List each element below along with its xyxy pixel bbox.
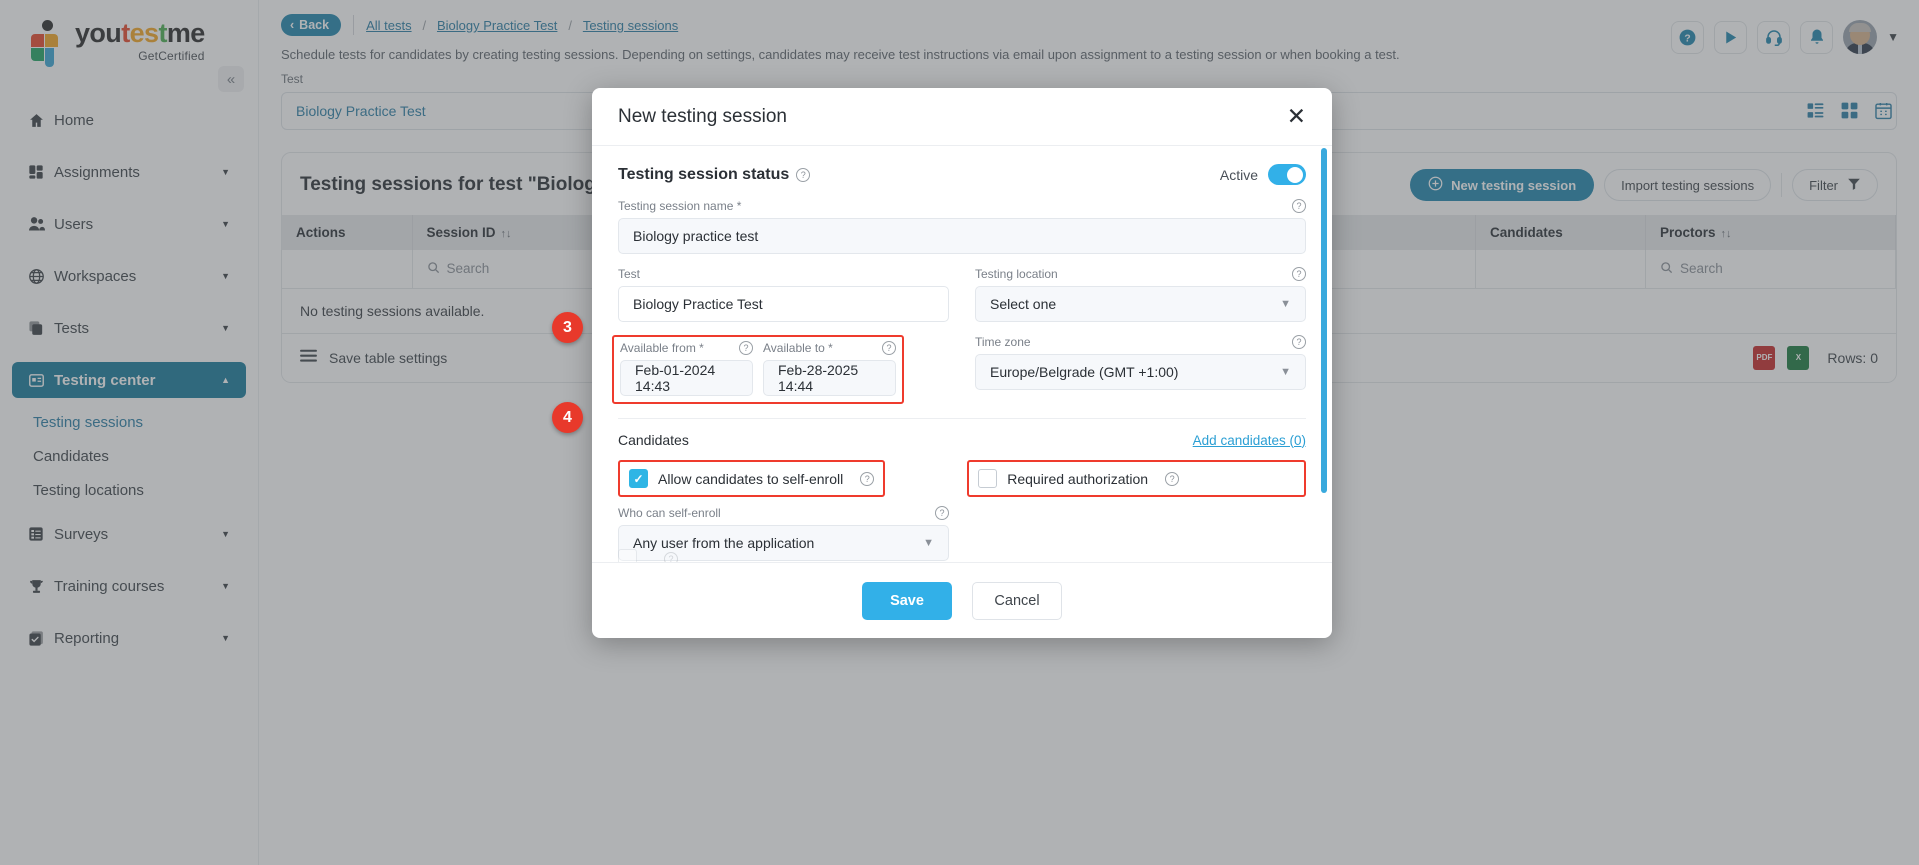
scrollbar-thumb[interactable] [1321,148,1327,493]
new-testing-session-dialog: New testing session ✕ Testing session st… [592,88,1332,638]
dialog-header: New testing session ✕ [592,88,1332,146]
step-badge-4: 4 [552,402,583,433]
candidates-label: Candidates [618,432,689,448]
session-name-input[interactable]: Biology practice test [618,218,1306,254]
self-enroll-row[interactable]: ✓ Allow candidates to self-enroll ? [629,469,875,488]
test-location-row: Test Biology Practice Test Testing locat… [618,267,1306,335]
info-icon[interactable]: ? [860,471,875,486]
info-icon[interactable]: ? [882,341,896,355]
test-label: Test [618,267,641,281]
available-to-label: Available to * ? [763,341,896,355]
available-from-input[interactable]: Feb-01-2024 14:43 [620,360,753,396]
required-auth-highlight-box: Required authorization ? [967,460,1306,497]
test-input[interactable]: Biology Practice Test [618,286,949,322]
who-can-row: Who can self-enroll ? Any user from the … [618,506,1306,562]
dialog-footer: Save Cancel [592,562,1332,638]
chevron-down-icon: ▼ [923,537,934,549]
chevron-down-icon: ▼ [1280,366,1291,378]
active-label: Active [1219,166,1258,183]
dialog-scrollbar[interactable] [1321,148,1327,562]
test-value: Biology Practice Test [633,296,763,312]
required-auth-row[interactable]: Required authorization ? [978,469,1180,488]
dates-timezone-row: Available from * ? Feb-01-2024 14:43 Ava… [612,335,1306,414]
required-authorization-checkbox[interactable] [978,469,998,488]
step-badge-3: 3 [552,312,583,343]
available-from-label: Available from * ? [620,341,753,355]
location-label: Testing location ? [975,267,1306,281]
availability-highlight-box: Available from * ? Feb-01-2024 14:43 Ava… [612,335,904,404]
session-name-group: Testing session name * ? Biology practic… [618,199,1306,254]
self-enroll-label: Allow candidates to self-enroll [658,470,844,487]
info-icon[interactable]: ? [796,167,811,182]
available-to-input[interactable]: Feb-28-2025 14:44 [763,360,896,396]
status-row: Testing session status ? Active [618,164,1306,185]
timezone-value: Europe/Belgrade (GMT +1:00) [990,364,1179,380]
available-from-value: Feb-01-2024 14:43 [635,362,716,394]
info-icon[interactable]: ? [1165,471,1180,486]
status-section-label: Testing session status [618,165,790,183]
available-from-group: Available from * ? Feb-01-2024 14:43 [620,341,753,396]
partially-visible-checkbox-row[interactable]: ? [618,549,678,562]
info-icon[interactable]: ? [739,341,753,355]
available-to-value: Feb-28-2025 14:44 [778,362,859,394]
add-candidates-link[interactable]: Add candidates (0) [1193,433,1306,448]
info-icon[interactable]: ? [1292,335,1306,349]
timezone-group: Time zone ? Europe/Belgrade (GMT +1:00) … [975,335,1306,401]
self-enroll-checkbox[interactable]: ✓ [629,469,648,488]
session-name-value: Biology practice test [633,228,759,244]
session-name-label: Testing session name * ? [618,199,1306,213]
test-group: Test Biology Practice Test [618,267,949,322]
required-authorization-label: Required authorization [1007,470,1149,487]
chevron-down-icon: ▼ [1280,298,1291,310]
info-icon[interactable]: ? [664,551,678,562]
cut-off-checkbox[interactable] [618,549,637,562]
dialog-title: New testing session [618,105,787,127]
cancel-button[interactable]: Cancel [972,581,1062,620]
timezone-select[interactable]: Europe/Belgrade (GMT +1:00) ▼ [975,354,1306,390]
testing-location-select[interactable]: Select one ▼ [975,286,1306,322]
divider [618,418,1306,419]
self-enroll-highlight-box: ✓ Allow candidates to self-enroll ? [618,460,886,497]
candidates-row: Candidates Add candidates (0) [618,432,1306,448]
info-icon[interactable]: ? [1292,267,1306,281]
who-can-label: Who can self-enroll ? [618,506,949,520]
save-button[interactable]: Save [862,581,952,620]
location-value: Select one [990,296,1057,312]
timezone-label: Time zone ? [975,335,1306,349]
dialog-body: Testing session status ? Active Testing … [592,146,1332,562]
status-toggle[interactable] [1268,164,1306,185]
info-icon[interactable]: ? [935,506,949,520]
available-to-group: Available to * ? Feb-28-2025 14:44 [763,341,896,396]
enrollment-options-row: ✓ Allow candidates to self-enroll ? Requ… [618,460,1306,497]
location-group: Testing location ? Select one ▼ [975,267,1306,322]
close-icon[interactable]: ✕ [1287,105,1306,128]
info-icon[interactable]: ? [1292,199,1306,213]
